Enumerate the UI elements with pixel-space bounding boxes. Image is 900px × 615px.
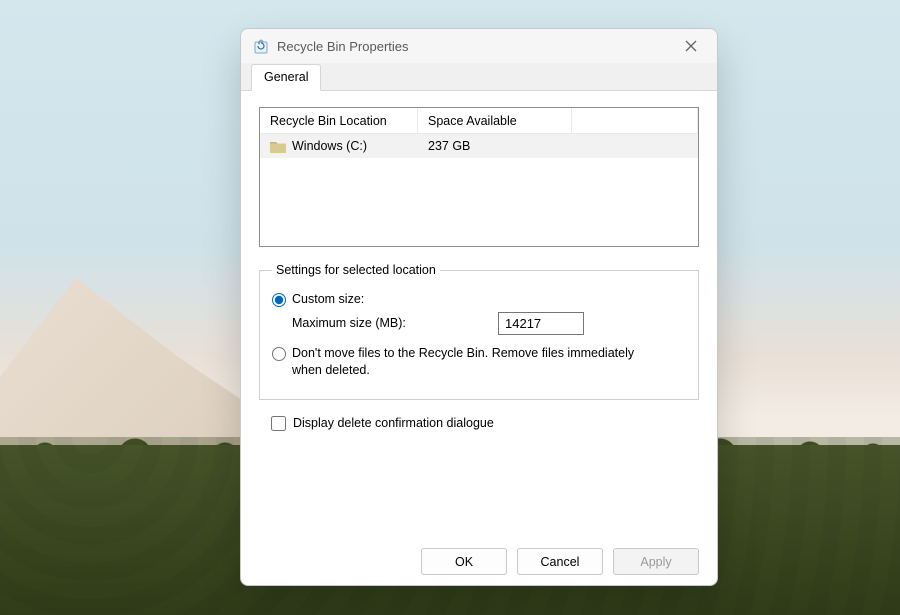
- radio-custom-size-label: Custom size:: [292, 291, 364, 308]
- dialog-button-row: OK Cancel Apply: [259, 538, 699, 575]
- radio-dont-move-label: Don't move files to the Recycle Bin. Rem…: [292, 345, 652, 379]
- window-title: Recycle Bin Properties: [277, 39, 669, 54]
- titlebar: Recycle Bin Properties: [241, 29, 717, 63]
- list-row[interactable]: Windows (C:) 237 GB: [260, 134, 698, 158]
- apply-button[interactable]: Apply: [613, 548, 699, 575]
- spacer: [259, 431, 699, 538]
- radio-custom-size[interactable]: Custom size:: [272, 291, 686, 308]
- display-confirm-check[interactable]: Display delete confirmation dialogue: [271, 416, 699, 431]
- radio-custom-size-input[interactable]: [272, 293, 286, 307]
- tab-panel-general: Recycle Bin Location Space Available Win…: [241, 91, 717, 585]
- close-button[interactable]: [669, 31, 713, 61]
- display-confirm-label: Display delete confirmation dialogue: [293, 416, 494, 430]
- radio-dont-move-input[interactable]: [272, 347, 286, 361]
- col-header-blank: [572, 108, 698, 134]
- cancel-button[interactable]: Cancel: [517, 548, 603, 575]
- settings-groupbox: Settings for selected location Custom si…: [259, 263, 699, 400]
- tab-strip: General: [241, 63, 717, 91]
- col-header-space[interactable]: Space Available: [418, 108, 572, 134]
- list-header: Recycle Bin Location Space Available: [260, 108, 698, 134]
- location-list[interactable]: Recycle Bin Location Space Available Win…: [259, 107, 699, 247]
- display-confirm-checkbox[interactable]: [271, 416, 286, 431]
- recycle-bin-icon: [253, 38, 269, 54]
- list-empty-area: [260, 158, 698, 246]
- max-size-row: Maximum size (MB):: [292, 312, 686, 335]
- cell-location-text: Windows (C:): [292, 139, 367, 153]
- cell-location: Windows (C:): [260, 134, 418, 158]
- folder-icon: [270, 140, 286, 153]
- groupbox-legend: Settings for selected location: [272, 263, 440, 277]
- recycle-bin-properties-dialog: Recycle Bin Properties General Recycle B…: [240, 28, 718, 586]
- max-size-input[interactable]: [498, 312, 584, 335]
- max-size-label: Maximum size (MB):: [292, 316, 498, 330]
- cell-space: 237 GB: [418, 134, 572, 158]
- ok-button[interactable]: OK: [421, 548, 507, 575]
- radio-dont-move[interactable]: Don't move files to the Recycle Bin. Rem…: [272, 345, 686, 379]
- tab-general[interactable]: General: [251, 64, 321, 91]
- col-header-location[interactable]: Recycle Bin Location: [260, 108, 418, 134]
